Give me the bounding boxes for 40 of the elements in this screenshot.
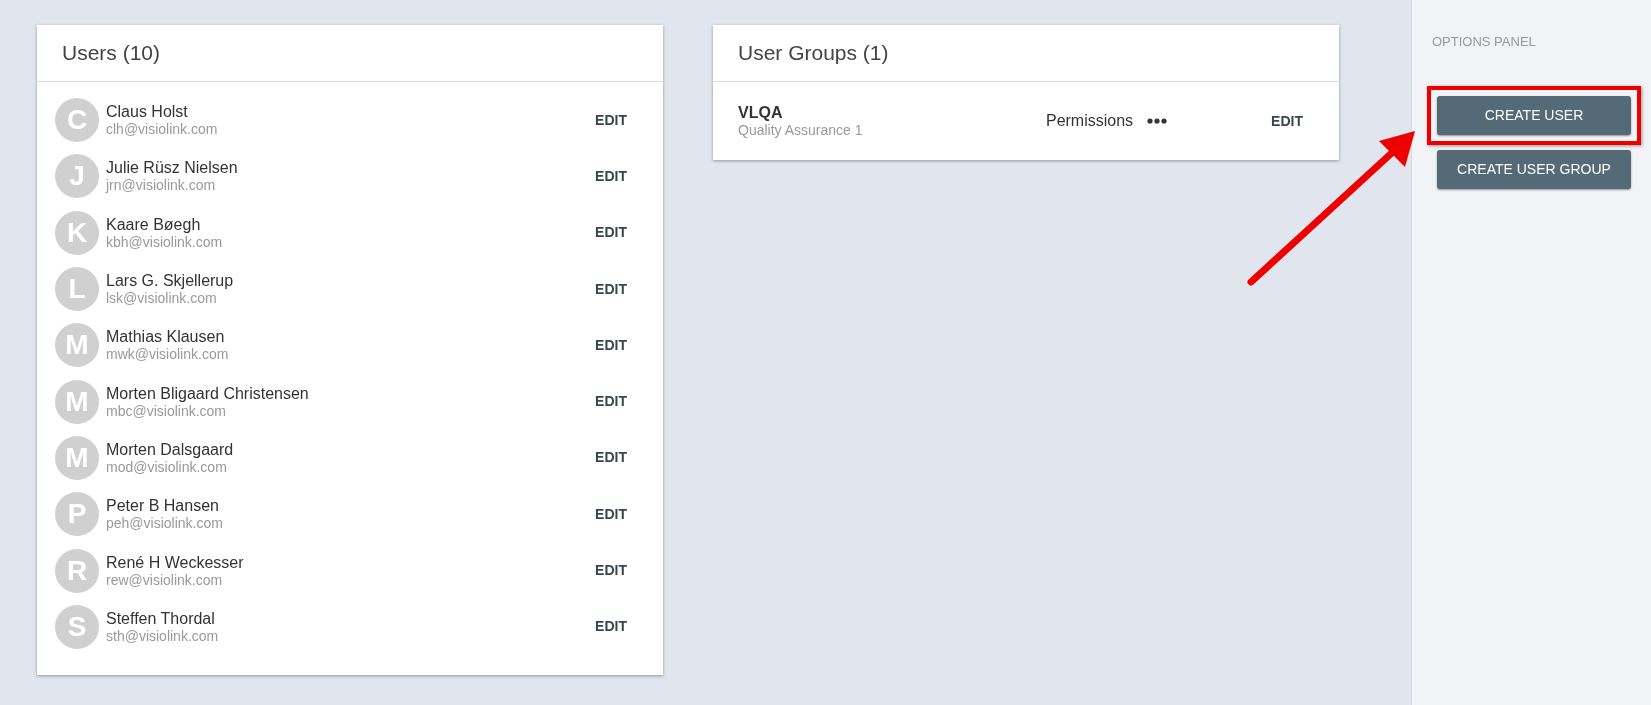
edit-button[interactable]: EDIT [591, 558, 631, 583]
user-name: Morten Dalsgaard [106, 439, 235, 459]
user-email: jrn@visiolink.com [106, 177, 217, 195]
edit-button[interactable]: EDIT [591, 614, 631, 640]
create-button[interactable]: CREATE USER [1437, 95, 1631, 135]
panel-title: Users (10) [62, 40, 161, 67]
edit-button[interactable]: EDIT [1267, 108, 1307, 134]
more-options-icon[interactable] [1147, 118, 1168, 124]
user-email: clh@visiolink.com [106, 121, 219, 139]
create-button[interactable]: CREATE USER GROUP [1437, 149, 1631, 189]
user-name: Morten Bligaard Christensen [106, 383, 310, 403]
user-email: lsk@visiolink.com [106, 290, 218, 308]
user-name: Steffen Thordal [106, 608, 216, 628]
user-email: mbc@visiolink.com [106, 402, 227, 420]
user-email: sth@visiolink.com [106, 627, 220, 645]
user-email: peh@visiolink.com [106, 515, 224, 533]
user-name: Claus Holst [106, 102, 189, 122]
user-name: Mathias Klausen [106, 327, 226, 347]
user-email: mwk@visiolink.com [106, 346, 230, 364]
edit-button[interactable]: EDIT [591, 276, 631, 302]
edit-button[interactable]: EDIT [591, 220, 631, 246]
user-email: mod@visiolink.com [106, 458, 228, 476]
edit-button[interactable]: EDIT [591, 107, 631, 133]
user-name: Kaare Bøegh [106, 214, 202, 234]
user-name: Julie Rüsz Nielsen [106, 158, 239, 178]
group-description: Quality Assurance 1 [738, 122, 864, 139]
edit-button[interactable]: EDIT [591, 332, 631, 358]
permissions-label: Permissions [1045, 111, 1134, 131]
edit-button[interactable]: EDIT [591, 501, 631, 527]
group-name: VLQA [738, 103, 784, 122]
user-name: Lars G. Skjellerup [106, 271, 235, 291]
user-name: René H Weckesser [106, 552, 245, 572]
edit-button[interactable]: EDIT [591, 163, 631, 189]
panel-title: OPTIONS PANEL [1432, 33, 1537, 51]
user-email: kbh@visiolink.com [106, 233, 224, 251]
edit-button[interactable]: EDIT [591, 389, 631, 415]
panel-title: User Groups (1) [738, 40, 889, 67]
user-name: Peter B Hansen [106, 496, 220, 516]
user-email: rew@visiolink.com [106, 571, 224, 589]
edit-button[interactable]: EDIT [591, 445, 631, 471]
